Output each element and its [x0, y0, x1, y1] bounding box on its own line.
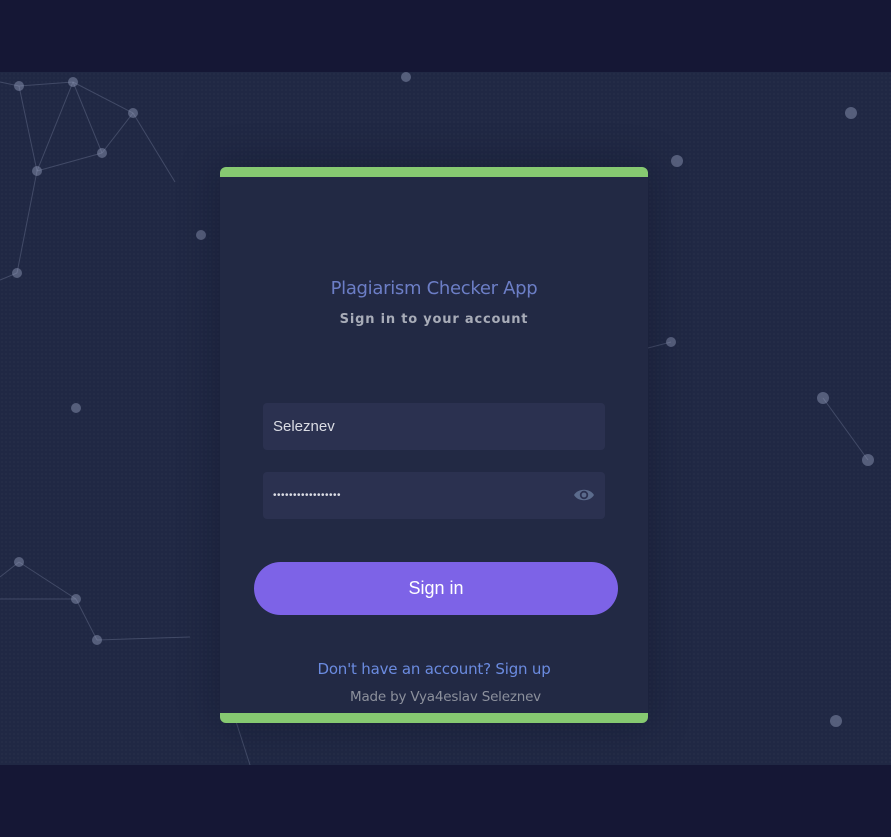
background-panel: Plagiarism Checker App Sign in to your a… [0, 72, 891, 765]
password-field [263, 472, 605, 519]
app-title: Plagiarism Checker App [330, 278, 538, 299]
username-field [263, 403, 605, 450]
signup-link[interactable]: Don't have an account? Sign up [220, 660, 648, 678]
password-input[interactable] [263, 472, 605, 519]
card-bottom-accent-bar [220, 713, 648, 723]
signin-subtitle: Sign in to your account [339, 312, 529, 327]
card-top-accent-bar [220, 167, 648, 177]
footer-credit: Made by Vya4eslav Seleznev [350, 689, 541, 705]
eye-icon[interactable] [573, 485, 595, 505]
login-card: Plagiarism Checker App Sign in to your a… [220, 167, 648, 723]
username-input[interactable] [263, 403, 605, 450]
signin-button[interactable]: Sign in [254, 562, 618, 615]
